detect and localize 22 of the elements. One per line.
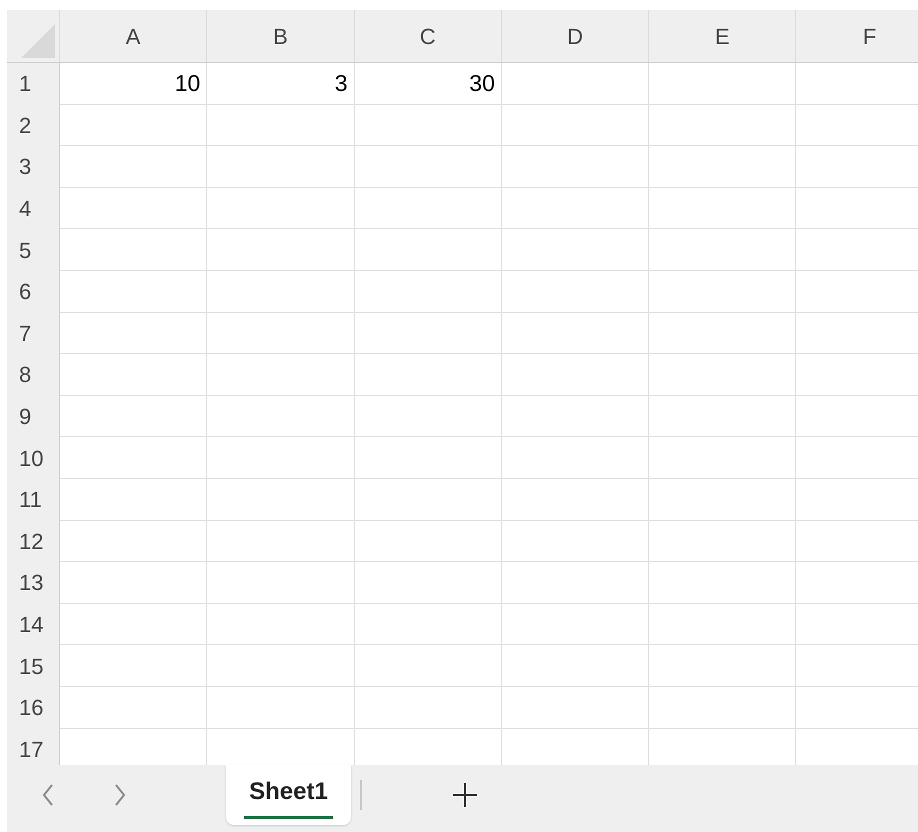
row-header[interactable]: 1 [19,67,32,100]
table-cell: 3 [207,63,355,105]
column-header[interactable]: C [420,20,436,52]
plus-icon [452,782,478,808]
chevron-left-icon [42,784,54,806]
column-header[interactable]: E [714,20,730,52]
row-header[interactable]: 2 [19,108,32,142]
row-header[interactable]: 9 [19,400,32,434]
column-header[interactable]: A [126,20,140,52]
chevron-right-icon [114,784,126,806]
row-header[interactable]: 3 [19,150,32,184]
row-header[interactable]: 4 [19,192,32,226]
row-header[interactable]: 7 [19,316,32,350]
row-header[interactable]: 5 [19,234,32,267]
row-header[interactable]: 8 [19,358,32,392]
column-header[interactable]: D [567,20,583,52]
column-header[interactable]: F [862,20,876,52]
table-cell: 30 [354,63,502,105]
sheet-tab[interactable]: Sheet1 [226,765,351,825]
column-header[interactable]: B [273,20,288,52]
row-header[interactable]: 6 [19,275,32,308]
table-cell: 10 [60,63,208,105]
